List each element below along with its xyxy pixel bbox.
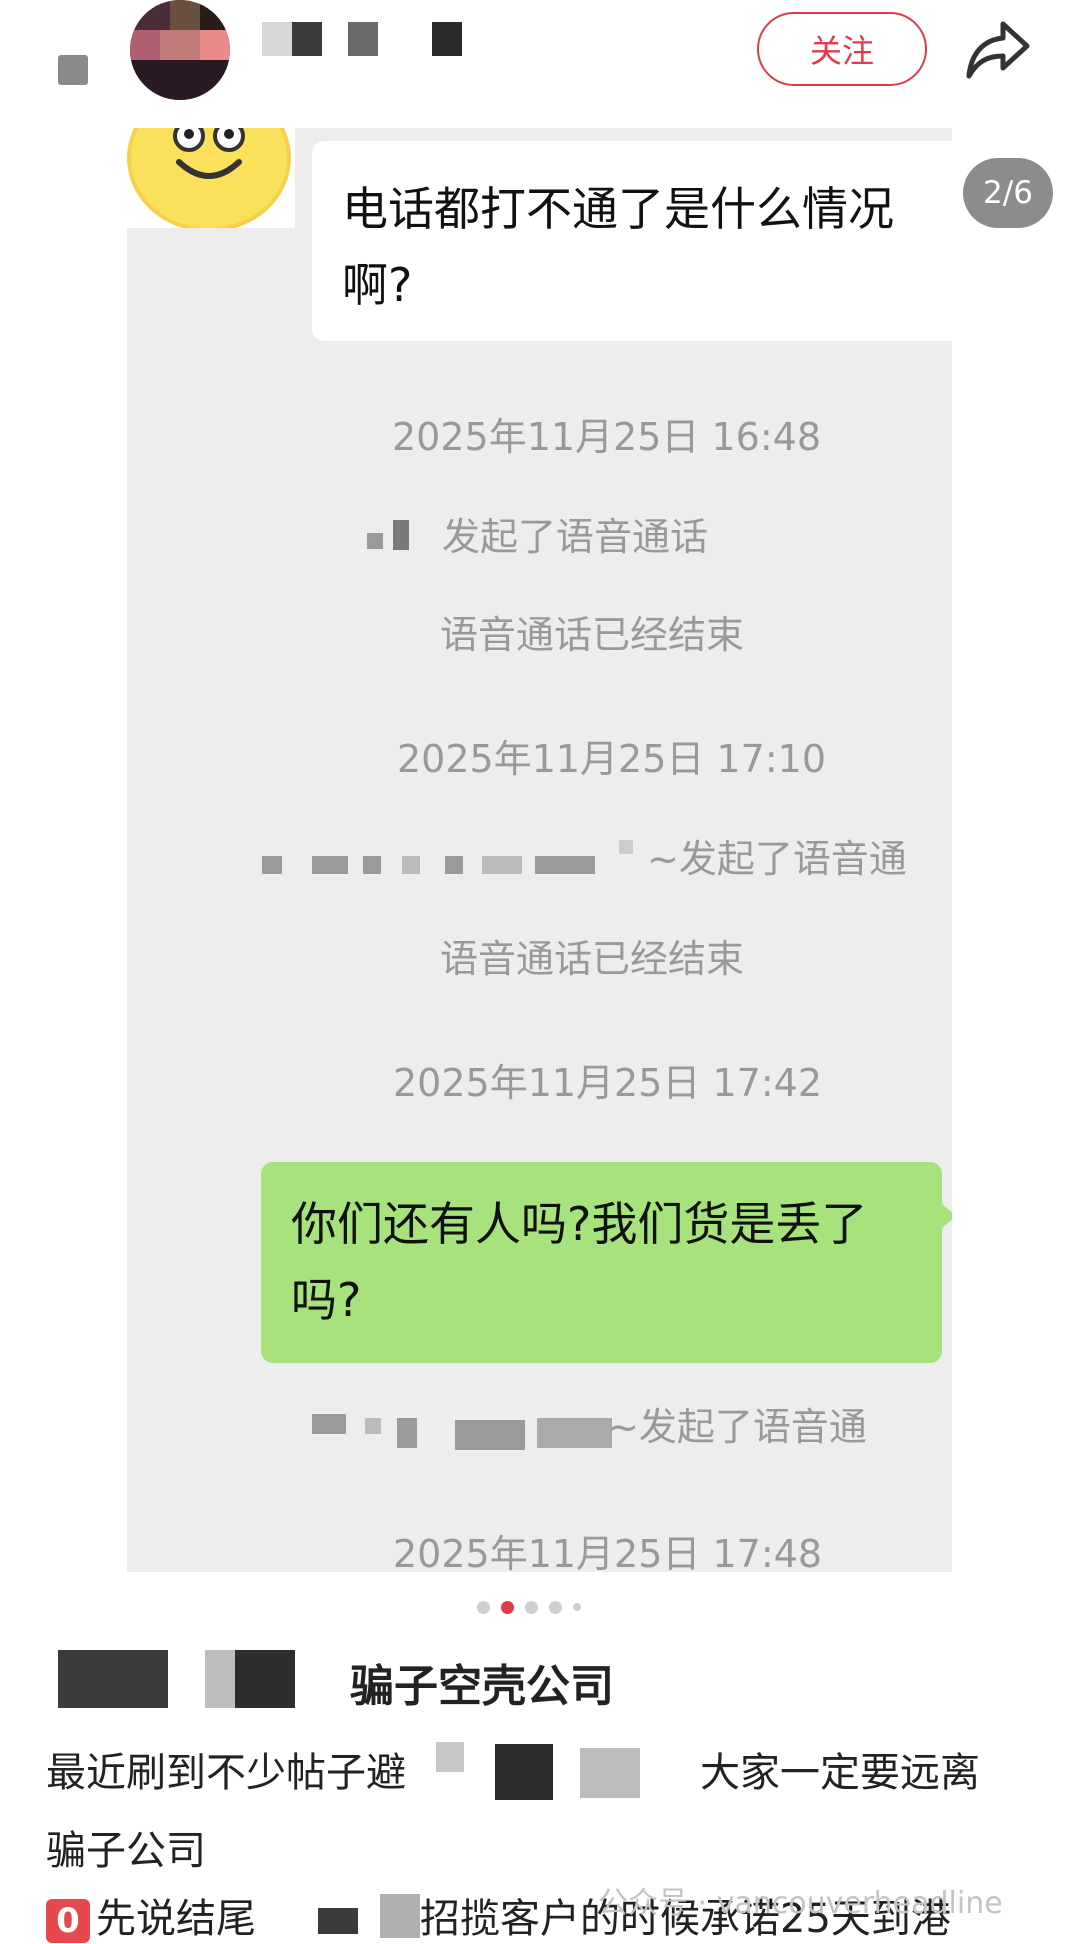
page-dot-active[interactable]	[501, 1600, 514, 1614]
timestamp-1: 2025年11月25日 16:48	[392, 415, 822, 459]
page-dot[interactable]	[573, 1603, 581, 1611]
blurred-name	[367, 533, 383, 549]
outgoing-message-bubble: 你们还有人吗?我们货是丢了吗?	[261, 1162, 952, 1363]
share-arrow-icon[interactable]	[965, 18, 1031, 80]
timestamp-4: 2025年11月25日 17:48	[393, 1532, 823, 1572]
call-started-1: 发起了语音通话	[442, 515, 709, 559]
call-ended-1: 语音通话已经结束	[440, 613, 745, 657]
top-bar: 关注	[0, 0, 1080, 125]
back-icon[interactable]	[58, 55, 88, 85]
image-counter-badge: 2/6	[963, 158, 1053, 228]
smiley-emoji-icon	[127, 128, 291, 232]
post-body-line: 骗子公司	[46, 1828, 206, 1874]
watermark: 公众号 · vancouverheadline	[598, 1886, 1003, 1921]
page-dot[interactable]	[525, 1600, 538, 1614]
page-dot[interactable]	[477, 1600, 490, 1614]
call-started-2: ~发起了语音通	[647, 837, 907, 881]
timestamp-2: 2025年11月25日 17:10	[397, 737, 827, 781]
incoming-message-bubble: 电话都打不通了是什么情况啊?	[312, 141, 952, 341]
post-body-line: 最近刷到不少帖子避	[46, 1750, 406, 1796]
outgoing-message-text: 你们还有人吗?我们货是丢了吗?	[291, 1197, 868, 1327]
author-avatar[interactable]	[130, 0, 230, 100]
carousel-pagination	[477, 1600, 581, 1614]
timestamp-3: 2025年11月25日 17:42	[393, 1061, 823, 1105]
chat-contact-avatar	[127, 128, 295, 232]
call-started-3: ~发起了语音通	[607, 1405, 867, 1449]
call-ended-2: 语音通话已经结束	[440, 937, 745, 981]
post-body-line: 大家一定要远离	[700, 1750, 980, 1796]
post-title: 骗子空壳公司	[350, 1661, 614, 1712]
post-body-line: 0 先说结尾	[46, 1886, 256, 1944]
number-zero-icon: 0	[46, 1899, 90, 1943]
image-carousel-slide[interactable]: 电话都打不通了是什么情况啊? 2025年11月25日 16:48 发起了语音通话…	[127, 128, 952, 1572]
blurred-name	[393, 520, 409, 550]
follow-button[interactable]: 关注	[757, 12, 927, 86]
page-dot[interactable]	[549, 1600, 562, 1614]
incoming-message-text: 电话都打不通了是什么情况啊?	[342, 182, 894, 312]
